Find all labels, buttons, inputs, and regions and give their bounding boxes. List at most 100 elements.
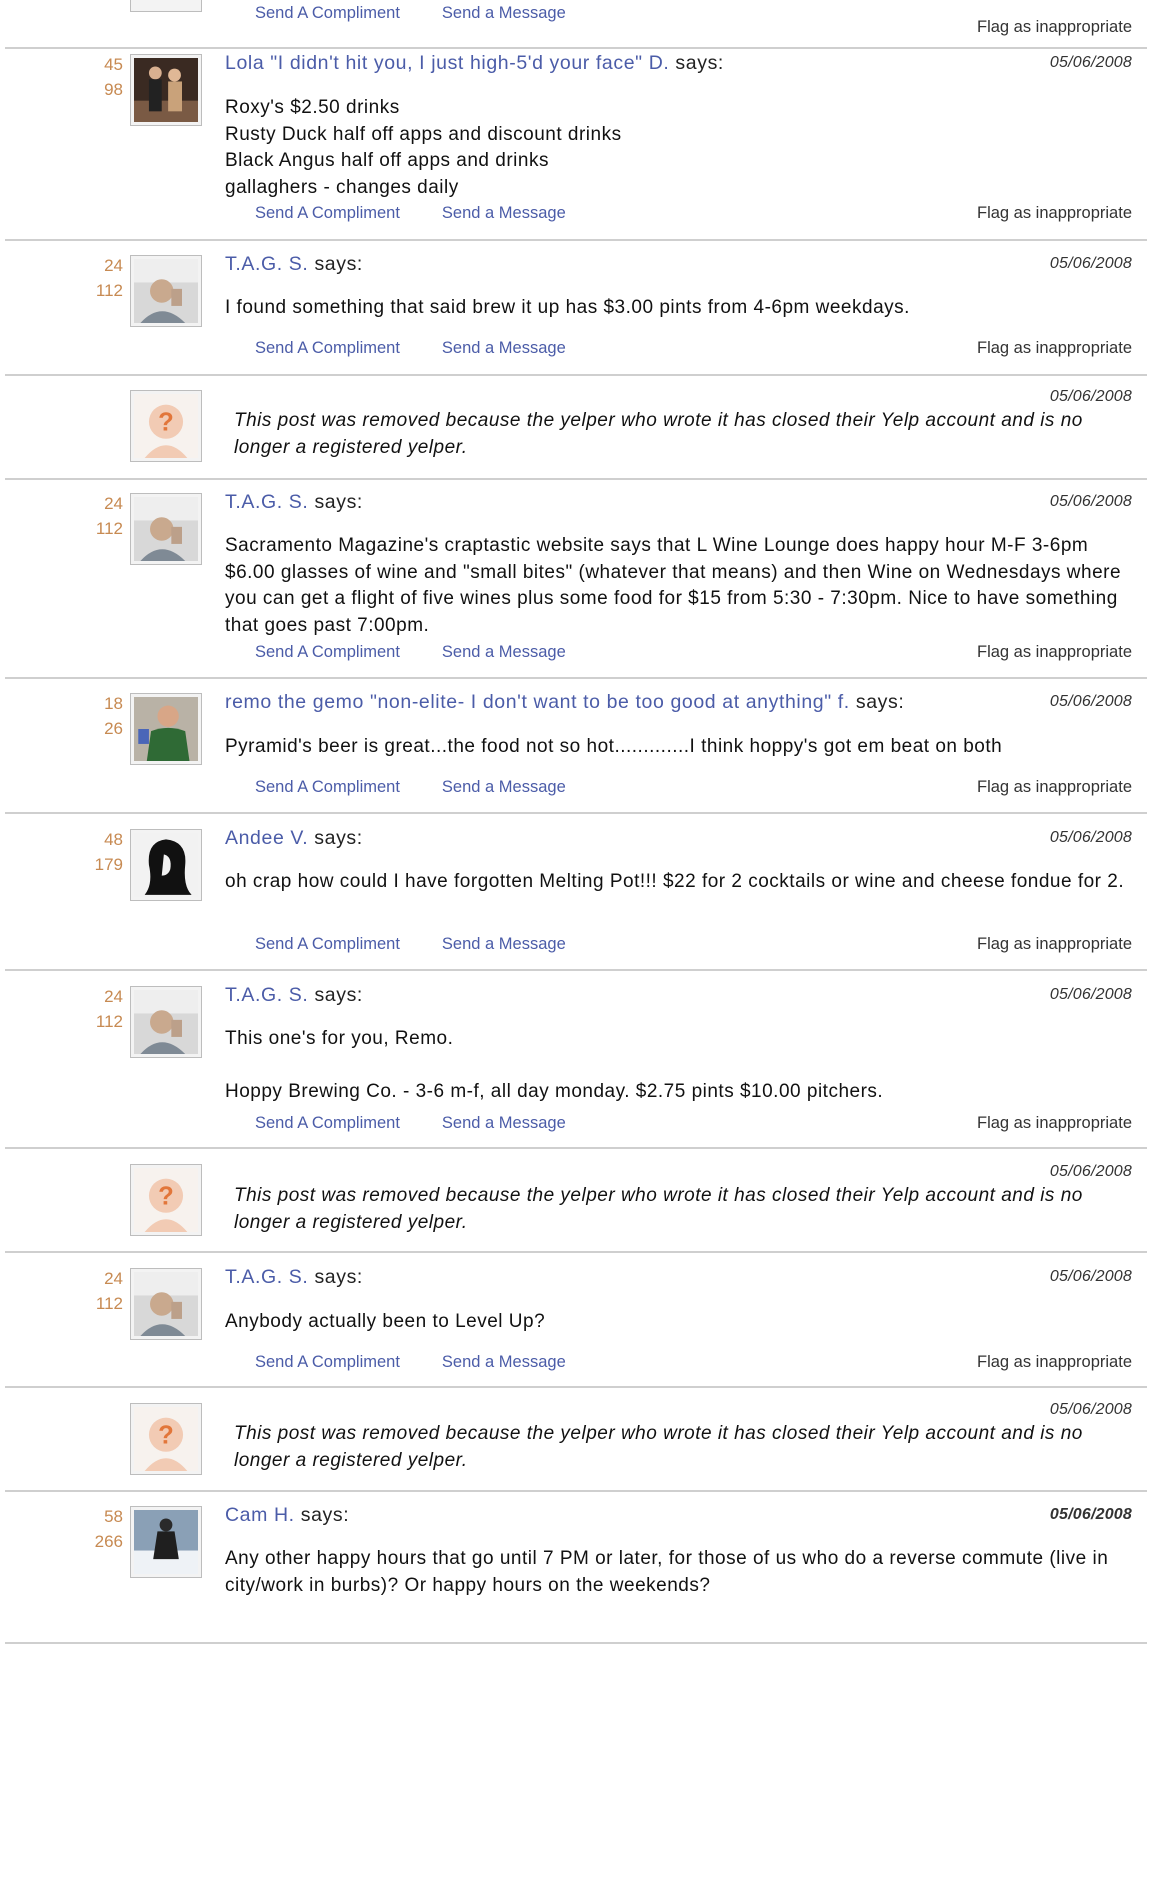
talk-post: 58 266 Cam H. says: 05/06/2008 Any other hap… <box>5 1492 1147 1644</box>
avatar: ? <box>130 1403 202 1475</box>
send-message-link[interactable]: Send a Message <box>442 1353 566 1371</box>
send-compliment-link[interactable]: Send A Compliment <box>255 204 400 222</box>
post-line: Rusty Duck half off apps and discount dr… <box>225 123 622 145</box>
user-counts: 24 112 <box>5 491 123 541</box>
user-name-link[interactable]: Andee V. <box>225 827 308 849</box>
flag-link[interactable]: Flag as inappropriate <box>977 643 1132 662</box>
post-body: This one's for you, Remo. Hoppy Brewing … <box>225 1026 1135 1106</box>
send-message-link[interactable]: Send a Message <box>442 778 566 796</box>
send-message-link[interactable]: Send a Message <box>442 204 566 222</box>
talk-post: 24 112 T.A.G. S. says: 05/06/2008 Anybody ac… <box>5 1253 1147 1388</box>
photo-man-icon <box>134 497 198 561</box>
photo-silhouette-icon <box>134 833 198 897</box>
user-name-link[interactable]: Lola "I didn't hit you, I just high-5'd … <box>225 52 669 74</box>
send-message-link[interactable]: Send a Message <box>442 1114 566 1132</box>
user-counts: 18 26 <box>5 691 123 741</box>
placeholder-icon: ? <box>134 394 198 458</box>
removed-post: ? 05/06/2008 This post was removed because… <box>5 1149 1147 1253</box>
send-compliment-link[interactable]: Send A Compliment <box>255 778 400 796</box>
flag-link[interactable]: Flag as inappropriate <box>977 204 1132 223</box>
send-message-link[interactable]: Send a Message <box>442 643 566 661</box>
flag-link[interactable]: Flag as inappropriate <box>977 18 1132 37</box>
talk-post: 48 179 Andee V. says: 05/06/2008 oh crap how… <box>5 814 1147 971</box>
user-name-link[interactable]: T.A.G. S. <box>225 253 308 275</box>
post-actions: Send A Compliment Send a Message <box>255 1353 608 1372</box>
photo-snow-icon <box>134 1510 198 1574</box>
photo-man-icon <box>134 259 198 323</box>
send-compliment-link[interactable]: Send A Compliment <box>255 1353 400 1371</box>
user-name-link[interactable]: T.A.G. S. <box>225 1266 308 1288</box>
user-counts: 24 112 <box>5 253 123 303</box>
avatar[interactable] <box>130 1268 202 1340</box>
svg-text:?: ? <box>158 1182 174 1210</box>
post-line: Hoppy Brewing Co. - 3-6 m-f, all day mon… <box>225 1081 884 1102</box>
user-name-link[interactable]: Cam H. <box>225 1504 295 1526</box>
send-message-link[interactable]: Send a Message <box>442 935 566 953</box>
fan-count: 45 <box>104 55 123 74</box>
avatar[interactable] <box>130 986 202 1058</box>
user-name-link[interactable]: T.A.G. S. <box>225 984 308 1006</box>
send-compliment-link[interactable]: Send A Compliment <box>255 643 400 661</box>
flag-link[interactable]: Flag as inappropriate <box>977 1353 1132 1372</box>
fan-count: 48 <box>104 830 123 849</box>
post-date: 05/06/2008 <box>1049 1506 1132 1523</box>
flag-link[interactable]: Flag as inappropriate <box>977 935 1132 954</box>
avatar[interactable] <box>130 255 202 327</box>
review-count: 112 <box>95 1294 123 1313</box>
user-counts: 58 266 <box>5 1504 123 1554</box>
post-actions: Send A Compliment Send a Message <box>255 643 608 662</box>
post-date: 05/06/2008 <box>1049 829 1132 846</box>
removed-notice: This post was removed because the yelper… <box>234 1423 1083 1471</box>
fan-count: 24 <box>104 256 123 275</box>
post-header: remo the gemo "non-elite- I don't want t… <box>225 691 904 714</box>
placeholder-icon: ? <box>134 1407 198 1471</box>
user-name-link[interactable]: remo the gemo "non-elite- I don't want t… <box>225 691 850 713</box>
post-body: oh crap how could I have forgotten Melti… <box>225 869 1135 896</box>
post-date: 05/06/2008 <box>1049 388 1132 405</box>
talk-post: 24 112 T.A.G. S. says: 05/06/2008 This one's… <box>5 971 1147 1149</box>
says-label: says: <box>308 827 363 849</box>
send-compliment-link[interactable]: Send A Compliment <box>255 1114 400 1132</box>
avatar[interactable] <box>130 493 202 565</box>
post-body: Pyramid's beer is great...the food not s… <box>225 734 1135 761</box>
post-date: 05/06/2008 <box>1049 493 1132 510</box>
fan-count: 18 <box>104 694 123 713</box>
talk-post: 45 98 Lola "I didn't hit you, I just high-… <box>5 49 1147 241</box>
post-date: 05/06/2008 <box>1049 54 1132 71</box>
says-label: says: <box>308 1266 363 1288</box>
flag-link[interactable]: Flag as inappropriate <box>977 1114 1132 1133</box>
post-actions: Send A Compliment Send a Message <box>255 778 608 797</box>
post-line: Pyramid's beer is great...the food not s… <box>225 736 1003 757</box>
fan-count: 58 <box>104 1507 123 1526</box>
fan-count: 24 <box>104 987 123 1006</box>
post-body: Anybody actually been to Level Up? <box>225 1309 1135 1336</box>
fan-count: 24 <box>104 1269 123 1288</box>
post-header: T.A.G. S. says: <box>225 491 363 514</box>
review-count: 98 <box>104 80 123 99</box>
fan-count: 24 <box>104 494 123 513</box>
removed-post: ? 05/06/2008 This post was removed because… <box>5 376 1147 480</box>
send-message-link[interactable]: Send a Message <box>442 4 566 22</box>
user-name-link[interactable]: T.A.G. S. <box>225 491 308 513</box>
photo-man-icon <box>134 1272 198 1336</box>
review-count: 26 <box>104 719 123 738</box>
send-message-link[interactable]: Send a Message <box>442 339 566 357</box>
post-header: Cam H. says: <box>225 1504 349 1527</box>
send-compliment-link[interactable]: Send A Compliment <box>255 339 400 357</box>
flag-link[interactable]: Flag as inappropriate <box>977 778 1132 797</box>
review-count: 266 <box>94 1532 123 1551</box>
post-actions: Send A Compliment Send a Message <box>255 4 608 23</box>
says-label: says: <box>308 253 363 275</box>
avatar[interactable] <box>130 1506 202 1578</box>
avatar[interactable] <box>130 693 202 765</box>
says-label: says: <box>294 1504 350 1526</box>
post-date: 05/06/2008 <box>1049 986 1132 1003</box>
send-compliment-link[interactable]: Send A Compliment <box>255 935 400 953</box>
post-actions: Send A Compliment Send a Message <box>255 935 608 954</box>
avatar[interactable] <box>130 54 202 126</box>
send-compliment-link[interactable]: Send A Compliment <box>255 4 400 22</box>
avatar[interactable] <box>130 829 202 901</box>
flag-link[interactable]: Flag as inappropriate <box>977 339 1132 358</box>
post-date: 05/06/2008 <box>1049 1401 1132 1418</box>
svg-text:?: ? <box>158 1421 174 1449</box>
